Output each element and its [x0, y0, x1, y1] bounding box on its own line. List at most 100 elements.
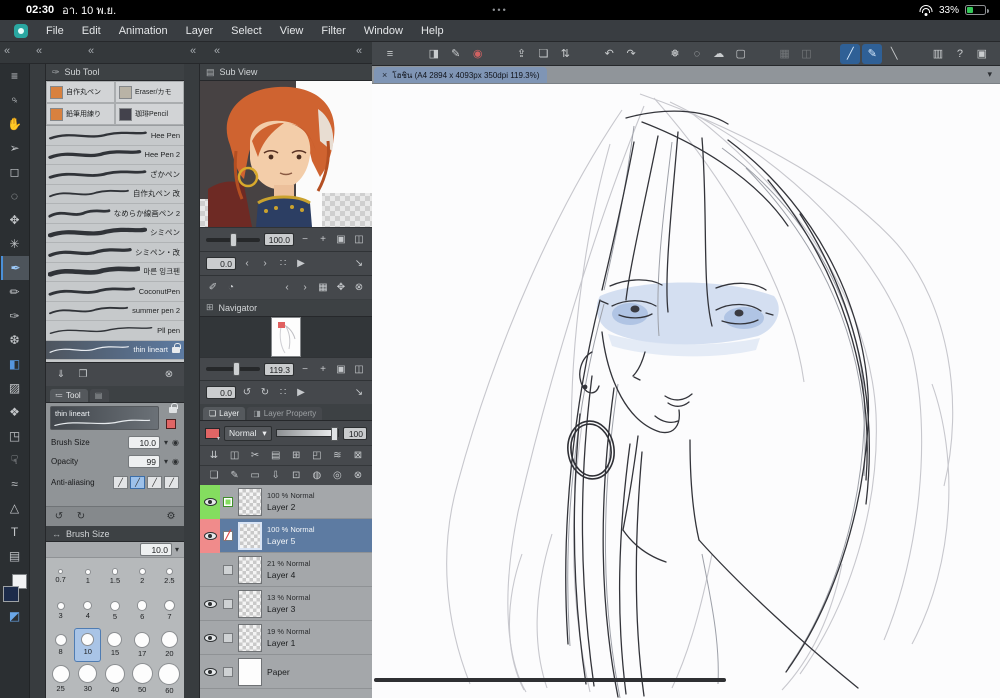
- snap-ruler-icon[interactable]: ╱: [840, 43, 861, 64]
- layer-badge[interactable]: [220, 587, 236, 621]
- text-tool[interactable]: T: [1, 520, 29, 544]
- rotation-value[interactable]: 0.0: [206, 257, 236, 270]
- decoration-tool[interactable]: ❖: [1, 400, 29, 424]
- move-tool[interactable]: ✥: [1, 208, 29, 232]
- blend-down-icon[interactable]: ⇊: [207, 448, 221, 464]
- pencil-tool[interactable]: ✏: [1, 280, 29, 304]
- pen-settings-icon[interactable]: ✎: [446, 44, 466, 64]
- layer-thumbnail[interactable]: [238, 555, 262, 584]
- combine-icon[interactable]: ⊡: [289, 468, 303, 484]
- reset-icon[interactable]: ↺: [52, 509, 66, 525]
- zoom-value[interactable]: 119.3: [264, 362, 294, 376]
- dropdown-icon[interactable]: ▾: [175, 545, 179, 554]
- layer-row[interactable]: 21 % Normal Layer 4: [200, 553, 372, 587]
- visibility-toggle[interactable]: [200, 485, 220, 519]
- reset-view-button[interactable]: ↘: [352, 256, 366, 272]
- reference-icon[interactable]: ▥: [928, 44, 948, 64]
- sep[interactable]: [753, 44, 773, 64]
- layer-badge[interactable]: [220, 553, 236, 587]
- subtool-preset[interactable]: 珈琲Pencil: [115, 103, 184, 125]
- sep[interactable]: [643, 44, 663, 64]
- ruler-icon[interactable]: ≋: [330, 448, 344, 464]
- collapse-chevron-icon[interactable]: «: [36, 45, 42, 57]
- fullscreen-icon[interactable]: ▣: [972, 44, 992, 64]
- zoom-value[interactable]: 100.0: [264, 233, 294, 246]
- tab-list-chevron-icon[interactable]: ▾: [987, 69, 992, 80]
- sep[interactable]: [490, 44, 510, 64]
- canvas-area[interactable]: [372, 84, 1000, 698]
- brush-size-option[interactable]: 15: [101, 628, 128, 662]
- duplicate-subtool-icon[interactable]: ❐: [76, 367, 90, 383]
- fit-button[interactable]: ▣: [334, 361, 348, 377]
- collapse-chevron-icon[interactable]: «: [88, 45, 94, 57]
- menu-item[interactable]: Animation: [119, 25, 168, 37]
- layer-name[interactable]: Layer 4: [267, 570, 310, 580]
- clip-icon[interactable]: ◰: [310, 448, 324, 464]
- rotation-value[interactable]: 0.0: [206, 386, 236, 400]
- deselect-icon[interactable]: ◌: [687, 44, 707, 64]
- collapse-chevron-icon[interactable]: «: [190, 45, 196, 57]
- zoom-in-button[interactable]: +: [316, 232, 330, 248]
- dynamics-icon[interactable]: ◉: [172, 438, 179, 447]
- visibility-toggle[interactable]: [200, 553, 220, 587]
- layer-row[interactable]: Paper: [200, 655, 372, 689]
- snap-special-icon[interactable]: ╲: [884, 44, 904, 64]
- brush-size-option[interactable]: 2.5: [156, 560, 183, 594]
- select-tone-icon[interactable]: ▦: [775, 44, 795, 64]
- layer-badge[interactable]: [220, 655, 236, 689]
- unit-dropdown-icon[interactable]: ▾: [164, 457, 168, 466]
- filter-icon[interactable]: ❅: [665, 44, 685, 64]
- brush-size-value[interactable]: 10.0: [128, 436, 160, 449]
- subtool-brush-item[interactable]: シミペン: [46, 224, 184, 243]
- new-folder-icon[interactable]: ▭: [248, 468, 262, 484]
- selection-tool[interactable]: ◻: [1, 160, 29, 184]
- eraser-tool[interactable]: ◳: [1, 424, 29, 448]
- layer-name[interactable]: Layer 3: [267, 604, 310, 614]
- fit-button[interactable]: ▣: [334, 232, 348, 248]
- brush-size-option[interactable]: 0.7: [47, 560, 74, 594]
- thumbnails-button[interactable]: ▦: [316, 280, 330, 296]
- aa-weak-button[interactable]: ╱: [130, 475, 145, 489]
- layer-thumbnail[interactable]: [238, 487, 262, 516]
- lock-cells-icon[interactable]: ⊠: [351, 448, 365, 464]
- layer-name[interactable]: Layer 5: [267, 536, 315, 546]
- opacity-value[interactable]: 99: [128, 455, 160, 468]
- brush-size-option[interactable]: 8: [47, 628, 74, 662]
- layer-opacity-value[interactable]: 100: [343, 426, 367, 440]
- subtool-brush-item[interactable]: thin lineart: [46, 340, 184, 360]
- brush-size-option[interactable]: 60: [156, 662, 183, 696]
- layer-name[interactable]: Paper: [267, 667, 290, 677]
- crop-icon[interactable]: ▢: [731, 44, 751, 64]
- subtool-brush-item[interactable]: 마른 잉크펜: [46, 263, 184, 282]
- subtool-brush-item[interactable]: summer pen 2: [46, 302, 184, 321]
- new-vector-layer-icon[interactable]: ✎: [228, 468, 242, 484]
- brush-size-current-value[interactable]: 10.0: [139, 543, 172, 557]
- collapse-chevron-icon[interactable]: «: [214, 45, 220, 57]
- liquify-tool[interactable]: ≈: [1, 472, 29, 496]
- brush-size-option[interactable]: 50: [129, 662, 156, 696]
- airbrush-tool[interactable]: ❆: [1, 328, 29, 352]
- rotate-right-button[interactable]: ↻: [258, 385, 272, 401]
- layer-badge[interactable]: [220, 519, 236, 553]
- subtool-preset[interactable]: Eraser/カモ: [115, 81, 184, 103]
- transfer-icon[interactable]: ⇩: [269, 468, 283, 484]
- unit-dropdown-icon[interactable]: ▾: [164, 438, 168, 447]
- canvas-tab[interactable]: × โฮชิน (A4 2894 x 4093px 350dpi 119.3%): [374, 67, 548, 83]
- brush-size-option[interactable]: 10: [74, 628, 102, 662]
- help-icon[interactable]: ?: [950, 44, 970, 64]
- flip-button[interactable]: ◫: [352, 232, 366, 248]
- reset-all-icon[interactable]: ↻: [74, 509, 88, 525]
- layer-name[interactable]: Layer 2: [267, 502, 315, 512]
- rotate-left-button[interactable]: ↺: [240, 385, 254, 401]
- layer-row[interactable]: 100 % Normal Layer 2: [200, 485, 372, 519]
- tab-layer-property[interactable]: ◨ Layer Property: [247, 407, 323, 420]
- brush-size-option[interactable]: 20: [156, 628, 183, 662]
- subtool-brush-item[interactable]: ざかペン: [46, 165, 184, 185]
- rotate-right-button[interactable]: ›: [258, 256, 272, 272]
- sep[interactable]: [402, 44, 422, 64]
- layer-name[interactable]: Layer 1: [267, 638, 310, 648]
- brush-tool[interactable]: ✑: [1, 304, 29, 328]
- fill-icon[interactable]: ☁: [709, 44, 729, 64]
- horizontal-scrollbar[interactable]: [374, 678, 726, 682]
- layer-thumbnail[interactable]: [238, 589, 262, 618]
